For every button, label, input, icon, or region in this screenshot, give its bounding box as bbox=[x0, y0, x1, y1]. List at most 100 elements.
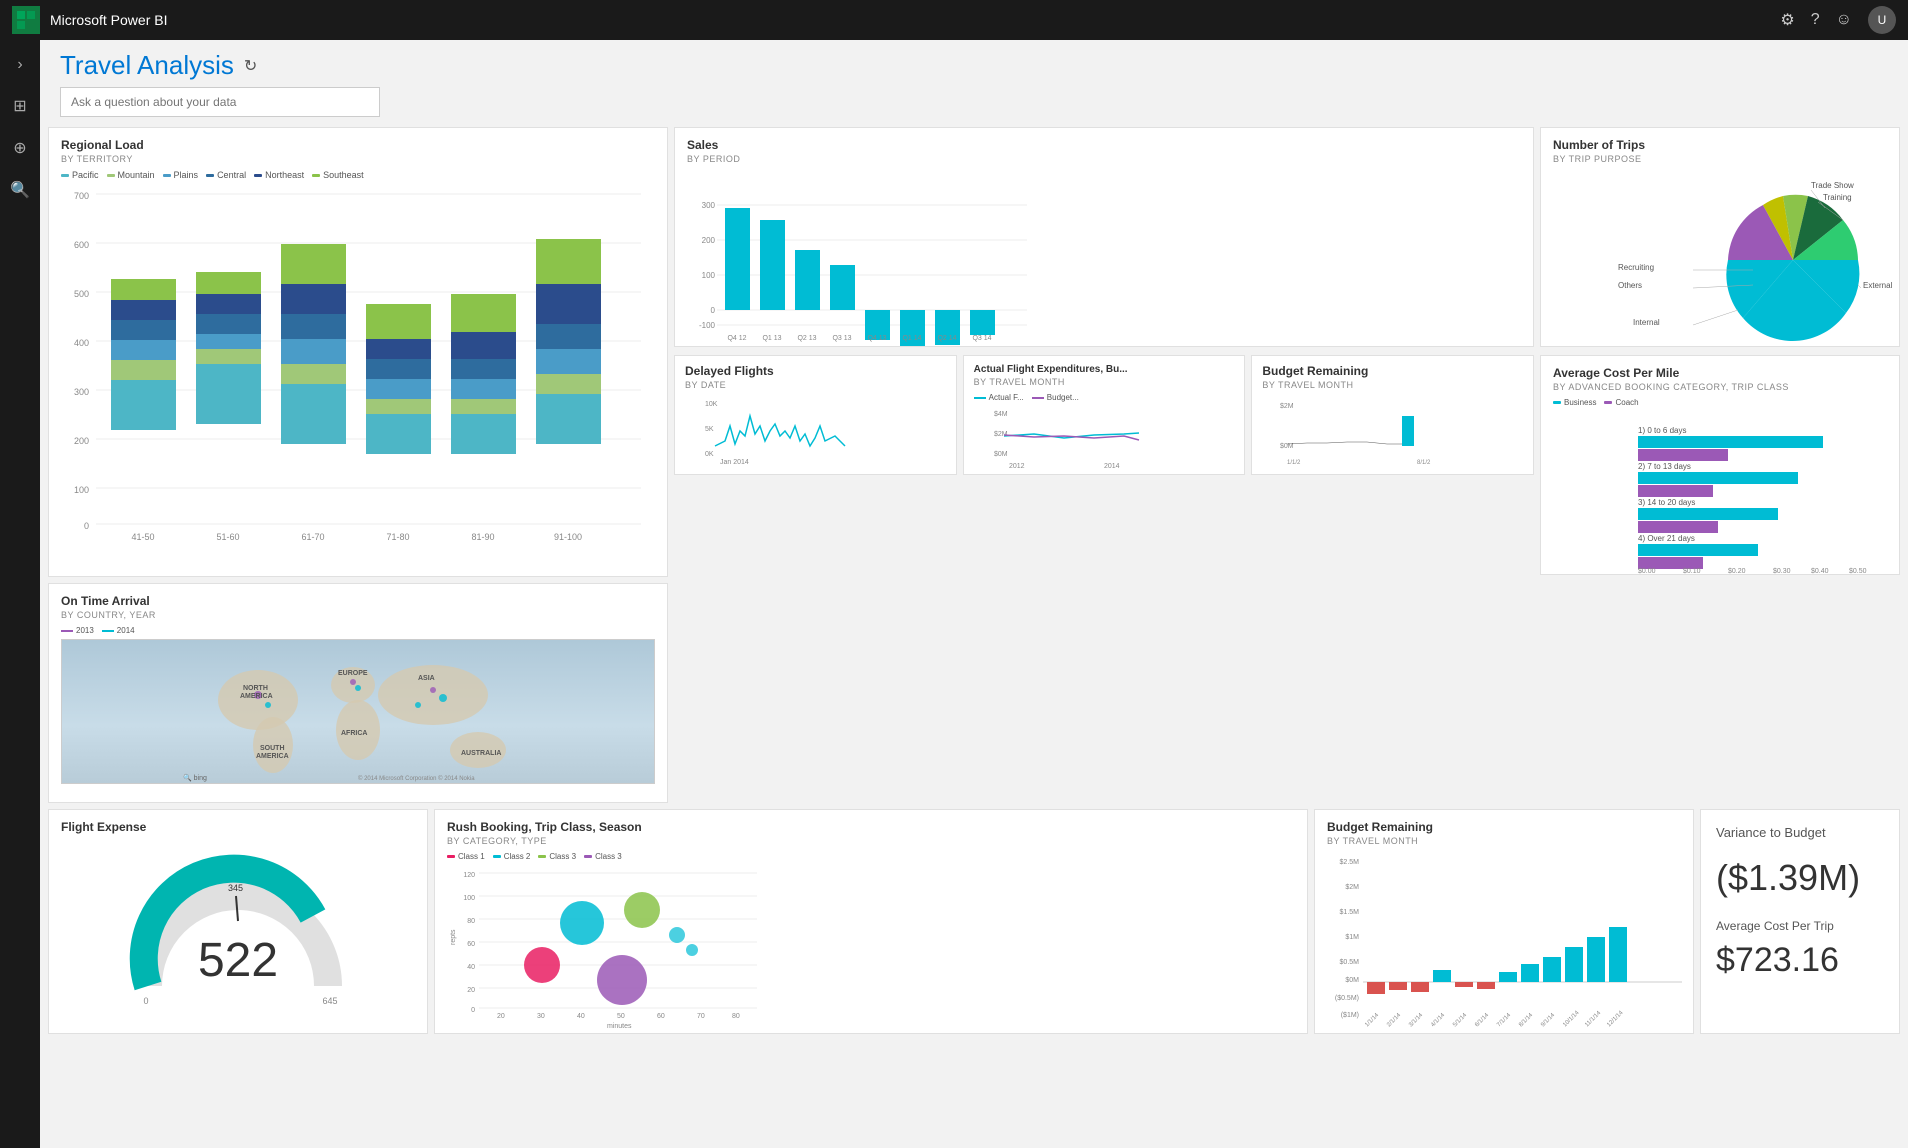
ontime-tile: On Time Arrival BY COUNTRY, YEAR 2013 20… bbox=[48, 583, 668, 803]
settings-icon[interactable]: ⚙ bbox=[1780, 10, 1794, 30]
delayed-title: Delayed Flights bbox=[685, 364, 946, 378]
topbar: Microsoft Power BI ⚙ ? ☺ U bbox=[0, 0, 1908, 40]
svg-text:© 2014 Microsoft Corporation ©: © 2014 Microsoft Corporation © 2014 Noki… bbox=[358, 775, 475, 782]
avg-cost-trip-label: Average Cost Per Trip bbox=[1716, 919, 1884, 933]
trips-chart: Training Trade Show Recruiting Others Ex… bbox=[1553, 170, 1893, 340]
svg-text:$0M: $0M bbox=[1280, 443, 1294, 450]
svg-text:Jan 2014: Jan 2014 bbox=[720, 459, 749, 466]
sales-subtitle: BY PERIOD bbox=[687, 154, 1521, 164]
svg-text:0K: 0K bbox=[705, 451, 714, 458]
rush-subtitle: BY CATEGORY, TYPE bbox=[447, 836, 1295, 846]
app-name: Microsoft Power BI bbox=[50, 12, 1770, 28]
svg-text:SOUTH: SOUTH bbox=[260, 745, 285, 752]
help-icon[interactable]: ? bbox=[1811, 11, 1820, 29]
pin-icon[interactable]: ⊕ bbox=[7, 132, 32, 164]
svg-text:200: 200 bbox=[702, 236, 716, 245]
svg-text:2014: 2014 bbox=[1104, 463, 1120, 470]
avg-cost-tile: Average Cost Per Mile BY ADVANCED BOOKIN… bbox=[1540, 355, 1900, 575]
svg-text:$0.20: $0.20 bbox=[1728, 568, 1746, 575]
app-logo bbox=[12, 6, 40, 34]
expand-icon[interactable]: › bbox=[11, 50, 28, 80]
svg-text:500: 500 bbox=[74, 289, 89, 299]
rush-chart: 120 100 80 60 40 20 0 repts bbox=[447, 865, 767, 1020]
regional-chart: 700 600 500 400 300 200 100 0 bbox=[61, 184, 641, 544]
budget-remaining-small-tile: Budget Remaining BY TRAVEL MONTH $2M $0M… bbox=[1251, 355, 1534, 475]
svg-text:-100: -100 bbox=[699, 321, 716, 330]
svg-text:70: 70 bbox=[697, 1013, 705, 1020]
refresh-icon[interactable]: ↻ bbox=[244, 56, 257, 76]
legend-pacific: Pacific bbox=[61, 170, 99, 180]
legend-central: Central bbox=[206, 170, 246, 180]
avg-cost-title: Average Cost Per Mile bbox=[1553, 366, 1887, 380]
rush-legend: Class 1 Class 2 Class 3 Class 3 bbox=[447, 852, 1295, 861]
svg-text:Q4 13: Q4 13 bbox=[867, 335, 886, 342]
delayed-subtitle: BY DATE bbox=[685, 380, 946, 390]
legend-southeast: Southeast bbox=[312, 170, 364, 180]
sidebar: › ⊞ ⊕ 🔍 bbox=[0, 40, 40, 1148]
regional-load-title: Regional Load bbox=[61, 138, 655, 152]
legend-mountain: Mountain bbox=[107, 170, 155, 180]
svg-text:$1.5M: $1.5M bbox=[1340, 909, 1360, 916]
svg-text:345: 345 bbox=[228, 883, 243, 893]
svg-text:120: 120 bbox=[463, 872, 475, 879]
svg-text:50: 50 bbox=[617, 1013, 625, 1020]
svg-text:$0.00: $0.00 bbox=[1638, 568, 1656, 575]
svg-text:$0.50: $0.50 bbox=[1849, 568, 1867, 575]
search-icon[interactable]: 🔍 bbox=[4, 174, 36, 206]
svg-text:🔍 bing: 🔍 bing bbox=[183, 773, 207, 782]
gauge-chart: 345 522 0 645 bbox=[98, 846, 378, 1021]
svg-text:$0M: $0M bbox=[1345, 977, 1359, 984]
svg-text:60: 60 bbox=[657, 1013, 665, 1020]
svg-text:300: 300 bbox=[74, 387, 89, 397]
svg-text:8/1/14: 8/1/14 bbox=[1518, 1012, 1535, 1029]
svg-text:522: 522 bbox=[198, 934, 278, 987]
flight-expense-tile: Flight Expense 345 522 0 645 bbox=[48, 809, 428, 1034]
svg-text:80: 80 bbox=[732, 1013, 740, 1020]
svg-text:10/1/14: 10/1/14 bbox=[1562, 1010, 1581, 1029]
svg-text:8/1/2: 8/1/2 bbox=[1417, 460, 1431, 466]
budget-small-subtitle: BY TRAVEL MONTH bbox=[1262, 380, 1523, 390]
svg-text:Trade Show: Trade Show bbox=[1811, 181, 1854, 190]
legend-northeast: Northeast bbox=[254, 170, 304, 180]
budget-remaining-subtitle: BY TRAVEL MONTH bbox=[1327, 836, 1681, 846]
sales-tile: Sales BY PERIOD 300 200 100 0 -100 bbox=[674, 127, 1534, 347]
page-title: Travel Analysis bbox=[60, 50, 234, 81]
sales-chart: 300 200 100 0 -100 Q4 12 Q1 13 Q2 13 bbox=[687, 170, 1027, 345]
notifications-icon[interactable]: ☺ bbox=[1836, 11, 1852, 29]
svg-text:Training: Training bbox=[1823, 193, 1852, 202]
regional-load-subtitle: BY TERRITORY bbox=[61, 154, 655, 164]
svg-text:600: 600 bbox=[74, 240, 89, 250]
actual-legend: Actual F... Budget... bbox=[974, 393, 1235, 402]
svg-text:200: 200 bbox=[74, 436, 89, 446]
svg-text:11/1/14: 11/1/14 bbox=[1584, 1010, 1603, 1029]
svg-text:100: 100 bbox=[463, 895, 475, 902]
topbar-actions: ⚙ ? ☺ U bbox=[1780, 6, 1896, 34]
user-avatar[interactable]: U bbox=[1868, 6, 1896, 34]
sales-title: Sales bbox=[687, 138, 1521, 152]
svg-text:12/1/14: 12/1/14 bbox=[1606, 1010, 1625, 1029]
svg-text:AUSTRALIA: AUSTRALIA bbox=[461, 750, 501, 757]
svg-text:($0.5M): ($0.5M) bbox=[1335, 995, 1359, 1002]
home-icon[interactable]: ⊞ bbox=[7, 90, 32, 122]
svg-text:20: 20 bbox=[497, 1013, 505, 1020]
qa-bar bbox=[40, 87, 1908, 127]
qa-input[interactable] bbox=[60, 87, 380, 117]
regional-legend: Pacific Mountain Plains Central Northeas… bbox=[61, 170, 655, 180]
page-header: Travel Analysis ↻ bbox=[40, 40, 1908, 87]
legend-plains: Plains bbox=[163, 170, 199, 180]
svg-text:645: 645 bbox=[322, 996, 337, 1006]
svg-text:40: 40 bbox=[577, 1013, 585, 1020]
svg-text:100: 100 bbox=[702, 271, 716, 280]
svg-text:3/1/14: 3/1/14 bbox=[1408, 1012, 1425, 1029]
svg-text:Q3 13: Q3 13 bbox=[832, 335, 851, 342]
svg-text:Internal: Internal bbox=[1633, 318, 1660, 327]
svg-text:Q2 13: Q2 13 bbox=[797, 335, 816, 342]
svg-text:$2M: $2M bbox=[1345, 884, 1359, 891]
svg-text:AMERICA: AMERICA bbox=[256, 753, 289, 760]
svg-text:10K: 10K bbox=[705, 401, 718, 408]
budget-remaining-chart: $2.5M $2M $1.5M $1M $0.5M $0M ($0.5M) ($… bbox=[1327, 852, 1687, 1034]
svg-text:81-90: 81-90 bbox=[471, 532, 494, 542]
svg-text:Q1 13: Q1 13 bbox=[762, 335, 781, 342]
svg-text:61-70: 61-70 bbox=[301, 532, 324, 542]
svg-text:Q3 14: Q3 14 bbox=[972, 335, 991, 342]
